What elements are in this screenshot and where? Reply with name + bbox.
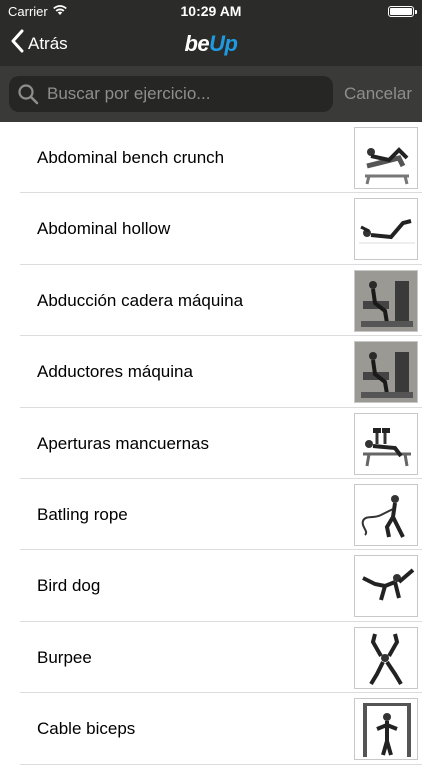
exercise-list: Abdominal bench crunch Abdominal hollow … <box>0 122 422 765</box>
exercise-row[interactable]: Cable biceps <box>0 693 422 765</box>
clock: 10:29 AM <box>180 3 242 19</box>
cable-thumbnail <box>354 698 418 761</box>
bench-press-thumbnail <box>354 412 418 475</box>
exercise-row[interactable]: Bird dog <box>0 550 422 622</box>
battery-icon <box>388 6 417 17</box>
exercise-name: Bird dog <box>37 576 101 596</box>
exercise-name: Abducción cadera máquina <box>37 290 244 310</box>
search-icon <box>17 83 39 105</box>
exercise-row[interactable]: Batling rope <box>0 479 422 551</box>
exercise-name: Abdominal bench crunch <box>37 148 225 167</box>
machine-thumbnail <box>354 341 418 404</box>
machine-thumbnail <box>354 269 418 332</box>
exercise-name: Burpee <box>37 647 92 667</box>
hollow-thumbnail <box>354 198 418 261</box>
bench-crunch-thumbnail <box>354 127 418 189</box>
exercise-row[interactable]: Abducción cadera máquina <box>0 265 422 337</box>
beup-logo: beUp <box>184 31 238 56</box>
burpee-thumbnail <box>354 626 418 689</box>
row-divider <box>20 763 422 765</box>
exercise-name: Batling rope <box>37 504 128 524</box>
cancel-button[interactable]: Cancelar <box>344 84 412 104</box>
exercise-name: Aperturas mancuernas <box>37 433 209 453</box>
rope-thumbnail <box>354 483 418 546</box>
exercise-name: Adductores máquina <box>37 362 193 382</box>
exercise-row[interactable]: Aperturas mancuernas <box>0 408 422 479</box>
navigation-bar: Atrás beUp <box>0 22 422 66</box>
search-field[interactable] <box>9 76 333 112</box>
exercise-name: Cable biceps <box>37 719 136 739</box>
exercise-row[interactable]: Burpee <box>0 622 422 694</box>
bird-dog-thumbnail <box>354 555 418 618</box>
exercise-row[interactable]: Abdominal hollow <box>0 193 422 265</box>
search-input[interactable] <box>47 84 317 104</box>
exercise-name: Abdominal hollow <box>37 219 171 239</box>
status-bar: Carrier 10:29 AM <box>0 0 422 22</box>
exercise-row[interactable]: Abdominal bench crunch <box>0 122 422 194</box>
exercise-row[interactable]: Adductores máquina <box>0 336 422 408</box>
